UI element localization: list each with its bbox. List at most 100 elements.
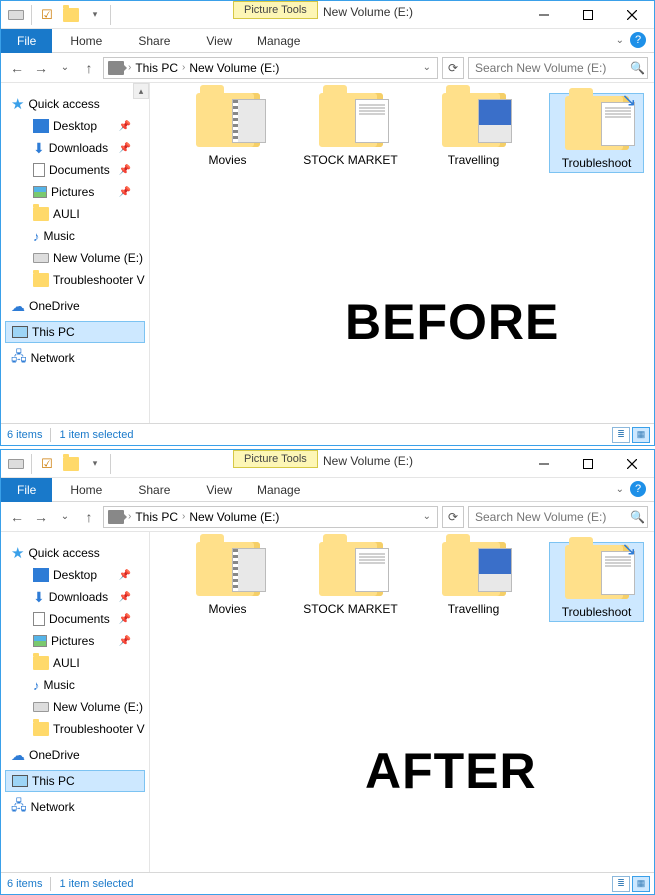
sidebar-this-pc[interactable]: This PC bbox=[5, 770, 145, 792]
search-icon[interactable]: 🔍 bbox=[630, 510, 645, 524]
forward-button[interactable]: → bbox=[31, 58, 51, 78]
back-button[interactable]: ← bbox=[7, 507, 27, 527]
folder-item-movies[interactable]: Movies bbox=[180, 93, 275, 173]
recent-locations-button[interactable]: ⌄ bbox=[55, 507, 75, 527]
star-icon: ★ bbox=[11, 95, 24, 113]
sidebar-network[interactable]: 🖧Network bbox=[5, 796, 145, 818]
sidebar-item-documents[interactable]: Documents📌 bbox=[5, 159, 145, 181]
chevron-right-icon[interactable]: › bbox=[182, 511, 185, 522]
picture-tools-tab[interactable]: Picture Tools bbox=[233, 450, 318, 468]
up-button[interactable]: ↑ bbox=[79, 58, 99, 78]
new-folder-icon[interactable] bbox=[62, 6, 80, 24]
folder-content-area[interactable]: Movies STOCK MARKET Travelling ↘ Trouble… bbox=[150, 532, 654, 872]
sidebar-item-auli[interactable]: AULI bbox=[5, 203, 145, 225]
sidebar-network[interactable]: 🖧Network bbox=[5, 347, 145, 369]
refresh-button[interactable]: ⟳ bbox=[442, 506, 464, 528]
folder-item-travelling[interactable]: Travelling bbox=[426, 93, 521, 173]
folder-label: Travelling bbox=[448, 602, 500, 616]
folder-content-area[interactable]: Movies STOCK MARKET Travelling ↘ Trouble… bbox=[150, 83, 654, 423]
pictures-icon bbox=[33, 186, 47, 198]
tab-home[interactable]: Home bbox=[52, 479, 120, 501]
folder-item-stock-market[interactable]: STOCK MARKET bbox=[303, 93, 398, 173]
help-icon[interactable]: ? bbox=[630, 481, 646, 497]
details-view-button[interactable]: ≣ bbox=[612, 427, 630, 443]
recent-locations-button[interactable]: ⌄ bbox=[55, 58, 75, 78]
sidebar-item-pictures[interactable]: Pictures📌 bbox=[5, 630, 145, 652]
file-tab[interactable]: File bbox=[1, 478, 52, 502]
tab-share[interactable]: Share bbox=[120, 30, 188, 52]
breadcrumb-part[interactable]: This PC bbox=[135, 61, 178, 75]
properties-icon[interactable]: ☑ bbox=[38, 455, 56, 473]
folder-item-troubleshoot[interactable]: ↘ Troubleshoot bbox=[549, 93, 644, 173]
breadcrumb-part[interactable]: New Volume (E:) bbox=[189, 61, 279, 75]
tab-manage[interactable]: Manage bbox=[239, 30, 318, 52]
address-bar[interactable]: › This PC › New Volume (E:) ⌄ bbox=[103, 57, 438, 79]
sidebar-quick-access[interactable]: ★Quick access bbox=[5, 542, 145, 564]
sidebar-item-pictures[interactable]: Pictures📌 bbox=[5, 181, 145, 203]
forward-button[interactable]: → bbox=[31, 507, 51, 527]
folder-item-movies[interactable]: Movies bbox=[180, 542, 275, 622]
search-input[interactable] bbox=[475, 61, 630, 75]
sidebar-item-downloads[interactable]: ⬇Downloads📌 bbox=[5, 586, 145, 608]
breadcrumb-part[interactable]: This PC bbox=[135, 510, 178, 524]
address-bar[interactable]: › This PC › New Volume (E:) ⌄ bbox=[103, 506, 438, 528]
folder-item-stock-market[interactable]: STOCK MARKET bbox=[303, 542, 398, 622]
address-dropdown-icon[interactable]: ⌄ bbox=[417, 62, 437, 73]
help-icon[interactable]: ? bbox=[630, 32, 646, 48]
chevron-right-icon[interactable]: › bbox=[128, 511, 131, 522]
sidebar-onedrive[interactable]: ☁OneDrive bbox=[5, 744, 145, 766]
tab-share[interactable]: Share bbox=[120, 479, 188, 501]
search-input[interactable] bbox=[475, 510, 630, 524]
sidebar-item-music[interactable]: ♪Music bbox=[5, 225, 145, 247]
file-tab[interactable]: File bbox=[1, 29, 52, 53]
breadcrumb-part[interactable]: New Volume (E:) bbox=[189, 510, 279, 524]
chevron-right-icon[interactable]: › bbox=[182, 62, 185, 73]
sidebar-item-troubleshooter[interactable]: Troubleshooter V bbox=[5, 718, 145, 740]
folder-label: STOCK MARKET bbox=[303, 153, 397, 167]
minimize-button[interactable] bbox=[522, 1, 566, 29]
folder-label: Movies bbox=[208, 602, 246, 616]
qat-dropdown-icon[interactable]: ▾ bbox=[86, 455, 104, 473]
picture-tools-tab[interactable]: Picture Tools bbox=[233, 1, 318, 19]
maximize-button[interactable] bbox=[566, 1, 610, 29]
sidebar-item-auli[interactable]: AULI bbox=[5, 652, 145, 674]
tab-manage[interactable]: Manage bbox=[239, 479, 318, 501]
explorer-icon bbox=[7, 6, 25, 24]
folder-item-troubleshoot[interactable]: ↘ Troubleshoot bbox=[549, 542, 644, 622]
address-dropdown-icon[interactable]: ⌄ bbox=[417, 511, 437, 522]
tab-home[interactable]: Home bbox=[52, 30, 120, 52]
minimize-button[interactable] bbox=[522, 450, 566, 478]
sidebar-item-troubleshooter[interactable]: Troubleshooter V bbox=[5, 269, 145, 291]
sidebar-onedrive[interactable]: ☁OneDrive bbox=[5, 295, 145, 317]
sidebar-item-new-volume[interactable]: New Volume (E:) bbox=[5, 696, 145, 718]
maximize-button[interactable] bbox=[566, 450, 610, 478]
up-button[interactable]: ↑ bbox=[79, 507, 99, 527]
search-box[interactable]: 🔍 bbox=[468, 57, 648, 79]
sidebar-item-desktop[interactable]: Desktop📌 bbox=[5, 564, 145, 586]
back-button[interactable]: ← bbox=[7, 58, 27, 78]
folder-item-travelling[interactable]: Travelling bbox=[426, 542, 521, 622]
refresh-button[interactable]: ⟳ bbox=[442, 57, 464, 79]
qat-dropdown-icon[interactable]: ▾ bbox=[86, 6, 104, 24]
search-icon[interactable]: 🔍 bbox=[630, 61, 645, 75]
thumbnails-view-button[interactable]: ▦ bbox=[632, 427, 650, 443]
chevron-right-icon[interactable]: › bbox=[128, 62, 131, 73]
collapse-ribbon-icon[interactable]: ⌄ bbox=[616, 35, 624, 46]
sidebar-item-downloads[interactable]: ⬇Downloads📌 bbox=[5, 137, 145, 159]
sidebar-this-pc[interactable]: This PC bbox=[5, 321, 145, 343]
properties-icon[interactable]: ☑ bbox=[38, 6, 56, 24]
search-box[interactable]: 🔍 bbox=[468, 506, 648, 528]
folder-icon bbox=[442, 542, 506, 596]
sidebar-quick-access[interactable]: ★Quick access bbox=[5, 93, 145, 115]
collapse-ribbon-icon[interactable]: ⌄ bbox=[616, 484, 624, 495]
close-button[interactable] bbox=[610, 1, 654, 29]
sidebar-item-music[interactable]: ♪Music bbox=[5, 674, 145, 696]
sidebar-item-desktop[interactable]: Desktop📌 bbox=[5, 115, 145, 137]
details-view-button[interactable]: ≣ bbox=[612, 876, 630, 892]
close-button[interactable] bbox=[610, 450, 654, 478]
sidebar-item-documents[interactable]: Documents📌 bbox=[5, 608, 145, 630]
new-folder-icon[interactable] bbox=[62, 455, 80, 473]
thumbnails-view-button[interactable]: ▦ bbox=[632, 876, 650, 892]
separator bbox=[31, 5, 32, 25]
sidebar-item-new-volume[interactable]: New Volume (E:) bbox=[5, 247, 145, 269]
